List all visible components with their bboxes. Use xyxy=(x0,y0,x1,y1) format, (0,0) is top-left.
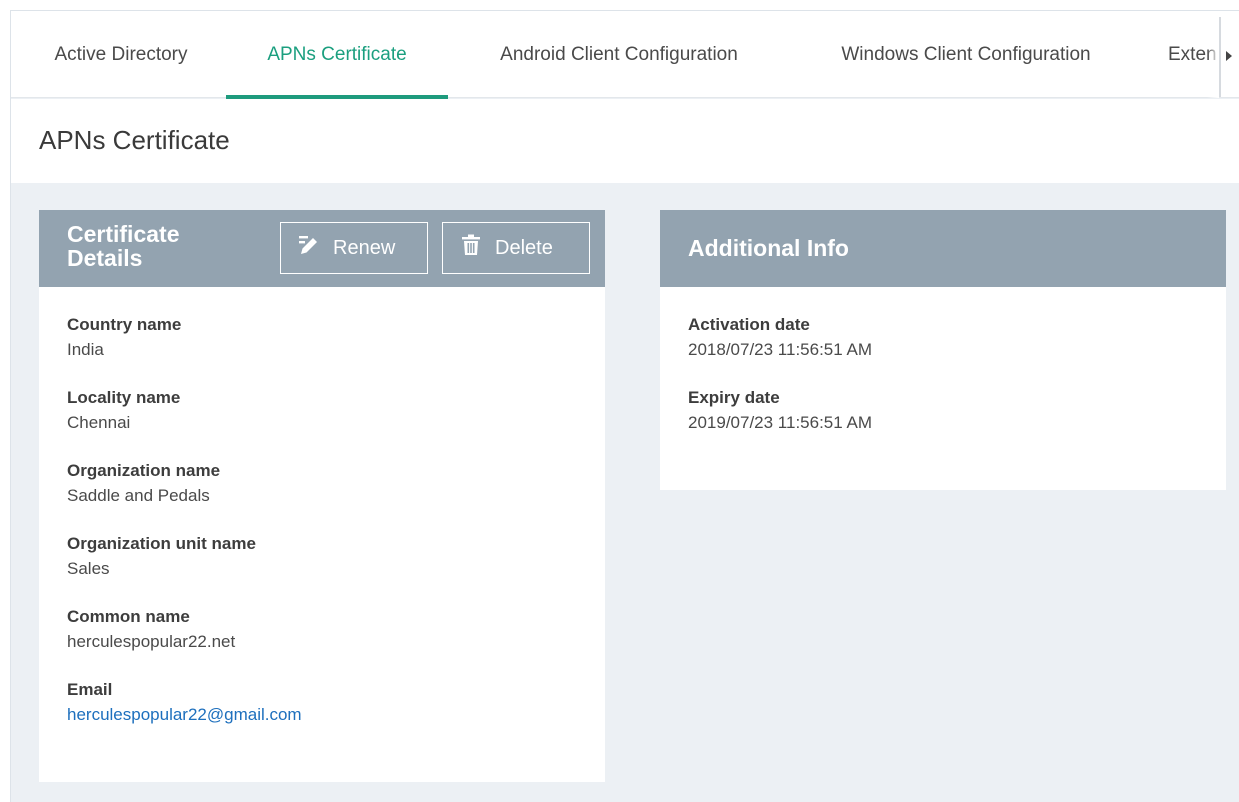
field-activation-date: Activation date 2018/07/23 11:56:51 AM xyxy=(688,315,872,360)
settings-panel: Active Directory APNs Certificate Androi… xyxy=(10,10,1239,802)
tab-bar: Active Directory APNs Certificate Androi… xyxy=(11,11,1239,99)
field-label: Organization name xyxy=(67,461,221,480)
field-label: Country name xyxy=(67,315,182,334)
field-organization-unit-name: Organization unit name Sales xyxy=(67,534,256,579)
field-email: Email herculespopular22@gmail.com xyxy=(67,680,302,725)
field-expiry-date: Expiry date 2019/07/23 11:56:51 AM xyxy=(688,388,872,433)
card-title-line2: Details xyxy=(67,245,143,271)
certificate-details-header: Certificate Details Renew Delete xyxy=(39,210,605,287)
page-title: APNs Certificate xyxy=(39,125,230,155)
renew-label: Renew xyxy=(333,236,396,259)
tab-windows-client-configuration[interactable]: Windows Client Configuration xyxy=(815,11,1117,98)
field-label: Common name xyxy=(67,607,190,626)
renew-button[interactable]: Renew xyxy=(280,222,428,274)
card-title-line1: Certificate xyxy=(67,221,180,247)
tab-android-client-configuration[interactable]: Android Client Configuration xyxy=(477,11,761,98)
field-value: Sales xyxy=(67,559,110,578)
additional-info-card: Additional Info Activation date 2018/07/… xyxy=(660,210,1226,490)
tab-active-directory[interactable]: Active Directory xyxy=(39,11,203,98)
trash-icon xyxy=(461,234,481,262)
field-value: India xyxy=(67,340,104,359)
chevron-right-icon xyxy=(1226,51,1232,61)
field-label: Organization unit name xyxy=(67,534,256,553)
certificate-details-title: Certificate Details xyxy=(67,222,179,270)
field-value: Chennai xyxy=(67,413,131,432)
pencil-icon xyxy=(299,234,319,262)
field-value: 2018/07/23 11:56:51 AM xyxy=(688,340,873,359)
certificate-details-card: Certificate Details Renew Delete Country… xyxy=(39,210,605,782)
field-label: Activation date xyxy=(688,315,810,334)
field-value: 2019/07/23 11:56:51 AM xyxy=(688,413,873,432)
field-country-name: Country name India xyxy=(67,315,181,360)
tab-scroll-right-button[interactable] xyxy=(1219,17,1239,97)
field-locality-name: Locality name Chennai xyxy=(67,388,180,433)
additional-info-title: Additional Info xyxy=(688,235,849,261)
field-value: Saddle and Pedals xyxy=(67,486,210,505)
delete-label: Delete xyxy=(495,236,553,259)
field-label: Expiry date xyxy=(688,388,780,407)
field-label: Email xyxy=(67,680,113,699)
field-label: Locality name xyxy=(67,388,181,407)
additional-info-header: Additional Info xyxy=(660,210,1226,287)
delete-button[interactable]: Delete xyxy=(442,222,590,274)
field-value: herculespopular22.net xyxy=(67,632,236,651)
field-organization-name: Organization name Saddle and Pedals xyxy=(67,461,220,506)
email-link[interactable]: herculespopular22@gmail.com xyxy=(67,705,302,725)
tab-apns-certificate[interactable]: APNs Certificate xyxy=(226,11,448,99)
tab-bar-fade xyxy=(1207,11,1219,98)
field-common-name: Common name herculespopular22.net xyxy=(67,607,235,652)
